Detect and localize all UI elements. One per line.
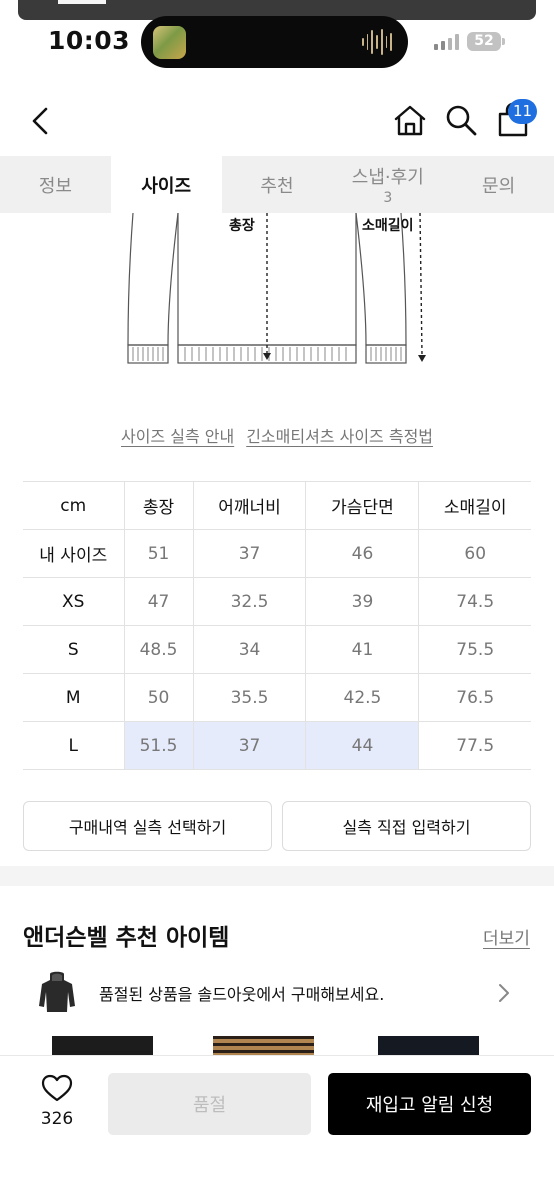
tab-inquiry[interactable]: 문의 (443, 156, 554, 213)
battery-tip (502, 38, 505, 45)
tab-label: 문의 (482, 175, 516, 197)
section-divider (0, 866, 554, 886)
table-row: M 50 35.5 42.5 76.5 (23, 673, 531, 722)
size-guide-links: 사이즈 실측 안내 긴소매티셔츠 사이즈 측정법 (0, 423, 554, 447)
tab-info[interactable]: 정보 (0, 156, 111, 213)
table-cell-highlighted: 37 (192, 721, 306, 770)
select-purchase-history-button[interactable]: 구매내역 실측 선택하기 (23, 801, 272, 851)
table-cell: 77.5 (418, 721, 531, 770)
table-cell: 50 (123, 673, 194, 722)
soldout-banner-text: 품절된 상품을 솔드아웃에서 구매해보세요. (99, 985, 385, 1004)
chevron-right-icon (499, 984, 509, 1002)
cellular-signal-icon (434, 34, 459, 50)
size-guide-link[interactable]: 사이즈 실측 안내 (121, 423, 234, 447)
restock-alert-button[interactable]: 재입고 알림 신청 (328, 1073, 531, 1135)
cart-count-badge: 11 (508, 99, 538, 124)
table-cell: 75.5 (418, 625, 531, 674)
table-cell: 41 (305, 625, 419, 674)
hoodie-thumbnail-icon (39, 971, 75, 1012)
soldout-button: 품절 (108, 1073, 311, 1135)
row-label: S (23, 625, 124, 674)
product-tab-bar: 정보 사이즈 추천 스냅·후기 3 문의 (0, 156, 554, 213)
row-label: XS (23, 577, 124, 626)
tab-review-count: 3 (383, 190, 393, 206)
table-cell: 39 (305, 577, 419, 626)
column-header: 어깨너비 (192, 481, 306, 530)
heart-icon (41, 1074, 73, 1102)
table-row: XS 47 32.5 39 74.5 (23, 577, 531, 626)
like-count: 326 (40, 1109, 74, 1129)
product-thumbnail[interactable] (378, 1036, 479, 1056)
table-cell: 35.5 (192, 673, 306, 722)
row-label: L (23, 721, 124, 770)
table-cell-highlighted: 44 (305, 721, 419, 770)
soldout-promo-banner[interactable]: 품절된 상품을 솔드아웃에서 구매해보세요. (23, 965, 531, 1021)
tab-snap-review[interactable]: 스냅·후기 3 (332, 156, 443, 213)
battery-indicator: 52 (467, 32, 501, 51)
audio-waveform-icon (362, 28, 393, 56)
table-cell-highlighted: 51.5 (123, 721, 194, 770)
recommend-section-title: 앤더슨벨 추천 아이템 (23, 925, 230, 951)
table-cell: 60 (418, 529, 531, 578)
status-time: 10:03 (48, 26, 131, 55)
table-cell: 42.5 (305, 673, 419, 722)
table-cell: 34 (192, 625, 306, 674)
table-row-my-size: 내 사이즈 51 37 46 60 (23, 529, 531, 578)
product-thumbnail[interactable] (52, 1036, 153, 1056)
sweatshirt-outline-illustration (127, 212, 426, 364)
table-cell: 46 (305, 529, 419, 578)
table-row: S 48.5 34 41 75.5 (23, 625, 531, 674)
tab-label: 사이즈 (141, 175, 192, 197)
sleeve-length-label: 소매길이 (362, 218, 414, 234)
table-cell: 51 (123, 529, 194, 578)
tab-label: 추천 (260, 175, 294, 197)
table-cell: 74.5 (418, 577, 531, 626)
row-label: M (23, 673, 124, 722)
table-cell: 47 (123, 577, 194, 626)
home-icon[interactable] (392, 102, 428, 138)
tab-label: 스냅·후기 (351, 167, 424, 188)
row-label: 내 사이즈 (23, 529, 124, 578)
column-header: 소매길이 (418, 481, 531, 530)
like-button[interactable]: 326 (28, 1073, 86, 1133)
dynamic-island[interactable] (141, 16, 408, 68)
now-playing-artwork (153, 26, 186, 59)
column-header: 총장 (123, 481, 194, 530)
search-icon[interactable] (444, 102, 478, 138)
tab-recommend[interactable]: 추천 (222, 156, 333, 213)
column-header: 가슴단면 (305, 481, 419, 530)
see-more-link[interactable]: 더보기 (483, 924, 530, 949)
table-cell: 37 (192, 529, 306, 578)
table-header-row: cm 총장 어깨너비 가슴단면 소매길이 (23, 481, 531, 530)
tab-size[interactable]: 사이즈 (110, 156, 222, 213)
tab-label: 정보 (38, 175, 72, 197)
product-thumbnail[interactable] (213, 1036, 314, 1056)
table-cell: 76.5 (418, 673, 531, 722)
table-row-highlighted: L 51.5 37 44 77.5 (23, 721, 531, 770)
direct-input-button[interactable]: 실측 직접 입력하기 (282, 801, 531, 851)
measure-method-link[interactable]: 긴소매티셔츠 사이즈 측정법 (246, 423, 433, 447)
top-strip-mark (58, 0, 106, 4)
size-measure-diagram: 총장 소매길이 (0, 212, 554, 373)
size-table: cm 총장 어깨너비 가슴단면 소매길이 내 사이즈 51 37 46 60 X… (23, 481, 531, 770)
back-arrow-icon[interactable] (26, 104, 56, 138)
length-label: 총장 (229, 218, 255, 234)
table-cell: 48.5 (123, 625, 194, 674)
column-header: cm (23, 481, 124, 530)
table-cell: 32.5 (192, 577, 306, 626)
